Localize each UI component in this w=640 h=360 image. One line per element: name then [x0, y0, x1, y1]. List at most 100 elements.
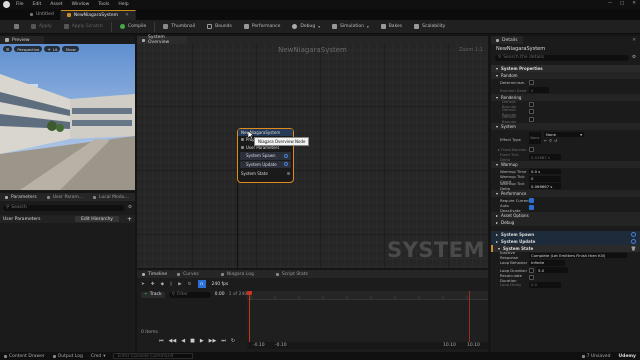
determinism-checkbox[interactable] — [529, 80, 534, 86]
tab-preview[interactable]: Preview — [0, 36, 44, 44]
current-time[interactable]: 0.00 — [215, 292, 225, 297]
section-random[interactable]: ▾ Random — [491, 72, 640, 79]
default-bounds-3-checkbox[interactable] — [529, 116, 534, 122]
default-bounds-2-checkbox[interactable] — [529, 109, 534, 115]
next-frame-icon[interactable]: ▶▶ — [209, 338, 217, 344]
save-button[interactable] — [8, 21, 25, 33]
menu-tools[interactable]: Tools — [98, 2, 109, 7]
section-system[interactable]: ▾ System — [491, 122, 640, 130]
node-row-system-spawn[interactable]: System Spawn — [240, 152, 291, 160]
cmd-dropdown[interactable]: Cmd ▾ — [91, 354, 106, 359]
delete-icon[interactable]: 🗑 — [631, 246, 636, 251]
effect-type-dropdown[interactable]: None ▾ — [544, 131, 584, 138]
warmup-tick-delta-field[interactable]: 0.066667 s — [529, 183, 561, 189]
magnet-icon[interactable]: ∩ — [197, 280, 206, 288]
tab-newniagarasystem[interactable]: NewNiagaraSystem ✕ — [60, 9, 136, 20]
add-track-button[interactable]: + Track — [141, 291, 165, 298]
apply-button[interactable]: Apply — [25, 21, 58, 33]
perspective-button[interactable]: Perspective — [14, 46, 43, 52]
playhead-handle[interactable] — [247, 291, 252, 295]
update-toggle-icon[interactable] — [284, 162, 288, 167]
menu-asset[interactable]: Asset — [50, 2, 62, 7]
fixed-tick-delta-field[interactable]: 0.01667 s — [529, 154, 561, 160]
scalability-button[interactable]: Scalability — [408, 21, 451, 33]
content-drawer-button[interactable]: Content Drawer — [4, 354, 45, 359]
stop-icon[interactable]: ■ — [190, 338, 195, 344]
preview-viewport[interactable]: ☰ Perspective ☀ Lit Show — [0, 44, 135, 190]
menu-edit[interactable]: Edit — [33, 2, 42, 7]
menu-window[interactable]: Window — [72, 2, 90, 7]
compile-button[interactable]: Compile — [114, 21, 152, 33]
minimize-icon[interactable]: — — [607, 1, 612, 6]
tab-timeline[interactable]: Timeline — [137, 270, 173, 278]
menu-file[interactable]: File — [16, 2, 24, 7]
end-marker[interactable] — [469, 291, 470, 349]
loop-duration-checkbox[interactable] — [529, 267, 534, 273]
jump-end-icon[interactable]: ⏭ — [221, 338, 226, 344]
key-icon[interactable]: ◊ — [170, 282, 172, 287]
thumbnail-button[interactable]: Thumbnail — [157, 21, 201, 33]
loop-duration-field[interactable]: 5.0 — [536, 267, 568, 273]
find-icon[interactable]: ⚲ — [549, 138, 552, 143]
effect-type-thumbnail[interactable]: None — [529, 131, 541, 144]
loop-toggle-icon[interactable]: ↻ — [231, 338, 235, 344]
section-warmup[interactable]: ▾ Warmup — [491, 160, 640, 168]
tab-curves[interactable]: Curves — [172, 270, 204, 278]
unsaved-button[interactable]: 7 Unsaved — [581, 354, 610, 359]
fps-label[interactable]: 240 fps — [212, 282, 229, 287]
simulation-button[interactable]: Simulation ▾ — [326, 21, 375, 33]
tab-script-stats[interactable]: Script Stats — [271, 270, 313, 278]
bounds-button[interactable]: Bounds — [201, 21, 238, 33]
reverse-icon[interactable]: ◀ — [181, 338, 185, 344]
warmup-tick-count-field[interactable]: 0 — [529, 176, 561, 182]
loop-delay-field[interactable]: 0.0 — [529, 282, 561, 288]
console-command-input[interactable]: Enter Console Command — [113, 353, 194, 359]
add-parameter-icon[interactable]: + — [127, 216, 132, 223]
tab-local-modules[interactable]: Local Modu... — [88, 193, 134, 201]
parameters-search-input[interactable]: ⚲ Search — [3, 204, 125, 211]
timeline-filter-input[interactable]: ⚲ Filter — [168, 291, 211, 298]
update-enable-icon[interactable] — [631, 238, 636, 244]
loop-behavior-dropdown[interactable]: Infinite — [529, 260, 565, 266]
browse-icon[interactable]: ← — [544, 138, 547, 143]
module-system-spawn[interactable]: ▸ System Spawn — [491, 230, 640, 238]
node-row-system-update[interactable]: System Update — [240, 160, 291, 168]
reset-icon[interactable]: ↺ — [554, 138, 557, 143]
close-icon[interactable]: ✕ — [632, 1, 636, 6]
output-log-button[interactable]: Output Log — [52, 354, 83, 359]
spawn-enable-icon[interactable] — [631, 231, 636, 237]
default-bounds-1-checkbox[interactable] — [529, 101, 534, 107]
spawn-toggle-icon[interactable] — [284, 153, 288, 158]
close-tab-icon[interactable]: ✕ — [125, 13, 129, 18]
tab-untitled[interactable]: Untitled — [24, 9, 61, 20]
bakes-button[interactable]: Bakes — [375, 21, 408, 33]
section-asset-options[interactable]: ▸ Asset Options — [491, 211, 640, 219]
settings-icon[interactable]: ⚙ — [632, 55, 636, 60]
inactive-response-dropdown[interactable]: Complete (Let Emitters Finish then Kill) — [529, 252, 627, 259]
playhead[interactable] — [249, 291, 250, 349]
show-button[interactable]: Show — [62, 46, 79, 52]
tab-user-params[interactable]: User Param... — [42, 193, 88, 201]
section-debug[interactable]: ▸ Debug — [491, 218, 640, 226]
jump-start-icon[interactable]: ⏮ — [159, 338, 164, 344]
settings-icon[interactable]: ⚙ — [128, 205, 132, 210]
apply-scratch-button[interactable]: Apply Scratch — [58, 21, 109, 33]
play-icon[interactable]: ▶ — [200, 338, 204, 344]
tab-details[interactable]: Details — [491, 36, 523, 44]
tab-niagara-log[interactable]: Niagara Log — [216, 270, 259, 278]
node-graph[interactable]: NewNiagaraSystem Zoom 1:1 SYSTEM — [137, 44, 488, 268]
maximize-icon[interactable]: □ — [620, 1, 624, 6]
require-current-frame-checkbox[interactable] — [529, 198, 534, 204]
random-seed-field[interactable]: 0 — [529, 87, 549, 93]
debug-button[interactable]: Debug ▾ — [286, 21, 326, 33]
select-tool-icon[interactable]: ➤ — [141, 282, 145, 287]
timeline-track-area[interactable]: -0.10 -0.10 10.10 10.10 — [247, 291, 488, 349]
details-search-input[interactable]: ⚲ Search the details — [495, 54, 629, 61]
fixed-bounds-checkbox[interactable] — [529, 147, 534, 153]
unreal-logo-icon[interactable] — [3, 1, 10, 8]
section-system-properties[interactable]: ▾ System Properties — [491, 65, 640, 72]
playback-icon[interactable]: ▶ — [178, 282, 181, 287]
tab-parameters[interactable]: Parameters — [0, 193, 42, 201]
auto-deactivate-checkbox[interactable] — [529, 205, 534, 211]
recalculate-duration-checkbox[interactable] — [529, 275, 534, 281]
